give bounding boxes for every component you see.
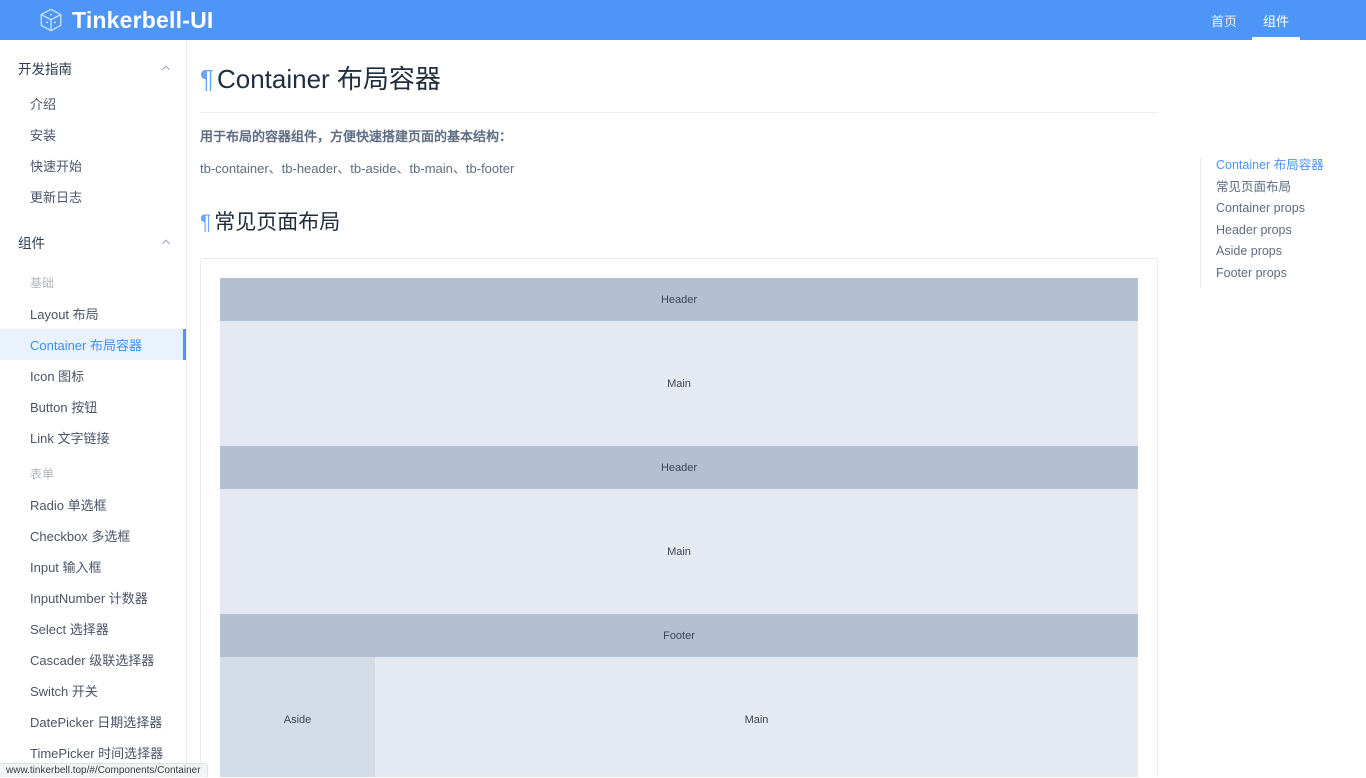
demo-block-aside: Aside: [220, 657, 375, 777]
sidebar-subheading-basic: 基础: [0, 266, 186, 298]
document-body: ¶Container 布局容器 用于布局的容器组件，方便快速搭建页面的基本结构：…: [200, 40, 1170, 777]
demo-block-header: Header: [220, 446, 1138, 489]
nav-item-home[interactable]: 首页: [1198, 0, 1250, 40]
table-of-contents: Container 布局容器 常见页面布局 Container props He…: [1200, 158, 1360, 288]
sidebar-item-install[interactable]: 安装: [0, 119, 186, 150]
components-list: tb-container、tb-header、tb-aside、tb-main、…: [200, 159, 1170, 179]
brand-title: Tinkerbell-UI: [72, 9, 214, 32]
sidebar-item-checkbox[interactable]: Checkbox 多选框: [0, 520, 186, 551]
toc-item-common-layouts[interactable]: 常见页面布局: [1216, 181, 1360, 195]
toc-item-footer-props[interactable]: Footer props: [1216, 267, 1360, 281]
toc-item-aside-props[interactable]: Aside props: [1216, 245, 1360, 259]
sidebar-item-radio[interactable]: Radio 单选框: [0, 489, 186, 520]
sidebar-item-cascader[interactable]: Cascader 级联选择器: [0, 644, 186, 675]
section-title-text: 常见页面布局: [214, 211, 340, 234]
demo-group-header-main: Header Main: [220, 278, 1138, 446]
sidebar-item-intro[interactable]: 介绍: [0, 88, 186, 119]
sidebar-item-switch[interactable]: Switch 开关: [0, 675, 186, 706]
demo-group-header-main-footer: Header Main Footer: [220, 446, 1138, 657]
sidebar-group-guide-label: 开发指南: [18, 58, 160, 78]
sidebar-item-select[interactable]: Select 选择器: [0, 613, 186, 644]
layout-demo-card: Header Main Header Main Footer Aside Mai…: [200, 258, 1158, 777]
sidebar-item-link[interactable]: Link 文字链接: [0, 422, 186, 453]
top-navigation: 首页 组件: [1198, 0, 1302, 40]
demo-block-main: Main: [220, 321, 1138, 446]
sidebar-item-input[interactable]: Input 输入框: [0, 551, 186, 582]
sidebar-item-layout[interactable]: Layout 布局: [0, 298, 186, 329]
sidebar-item-inputnumber[interactable]: InputNumber 计数器: [0, 582, 186, 613]
sidebar-item-quickstart[interactable]: 快速开始: [0, 150, 186, 181]
demo-block-main: Main: [375, 657, 1138, 777]
anchor-link-icon[interactable]: ¶: [200, 64, 214, 94]
chevron-up-icon[interactable]: [160, 62, 172, 74]
demo-block-header: Header: [220, 278, 1138, 321]
sidebar-item-container[interactable]: Container 布局容器: [0, 329, 186, 360]
sidebar: 开发指南 介绍 安装 快速开始 更新日志 组件 基础 Layout 布局 Con…: [0, 40, 187, 777]
chevron-up-icon[interactable]: [160, 236, 172, 248]
nav-item-components[interactable]: 组件: [1250, 0, 1302, 40]
sidebar-group-components-label: 组件: [18, 232, 160, 252]
page-title: ¶Container 布局容器: [200, 58, 1158, 113]
demo-group-aside-main: Aside Main: [220, 657, 1138, 777]
page-title-text: Container 布局容器: [217, 64, 441, 94]
anchor-link-icon[interactable]: ¶: [200, 211, 211, 234]
sidebar-subheading-form: 表单: [0, 457, 186, 489]
main-content: ¶Container 布局容器 用于布局的容器组件，方便快速搭建页面的基本结构：…: [187, 40, 1366, 777]
toc-item-container[interactable]: Container 布局容器: [1216, 159, 1360, 173]
toc-item-header-props[interactable]: Header props: [1216, 224, 1360, 238]
intro-paragraph: 用于布局的容器组件，方便快速搭建页面的基本结构：: [200, 127, 1170, 147]
sidebar-group-components[interactable]: 组件: [0, 222, 186, 262]
section-title: ¶常见页面布局: [200, 179, 1170, 237]
sidebar-item-changelog[interactable]: 更新日志: [0, 181, 186, 212]
demo-block-main: Main: [220, 489, 1138, 614]
brand-logo[interactable]: Tinkerbell-UI: [38, 0, 214, 40]
sidebar-group-guide[interactable]: 开发指南: [0, 48, 186, 88]
cube-icon: [38, 7, 64, 33]
toc-item-container-props[interactable]: Container props: [1216, 202, 1360, 216]
sidebar-item-button[interactable]: Button 按钮: [0, 391, 186, 422]
demo-block-footer: Footer: [220, 614, 1138, 657]
sidebar-item-icon[interactable]: Icon 图标: [0, 360, 186, 391]
status-bar-url: www.tinkerbell.top/#/Components/Containe…: [0, 763, 208, 777]
app-header: Tinkerbell-UI 首页 组件: [0, 0, 1366, 40]
sidebar-item-datepicker[interactable]: DatePicker 日期选择器: [0, 706, 186, 737]
